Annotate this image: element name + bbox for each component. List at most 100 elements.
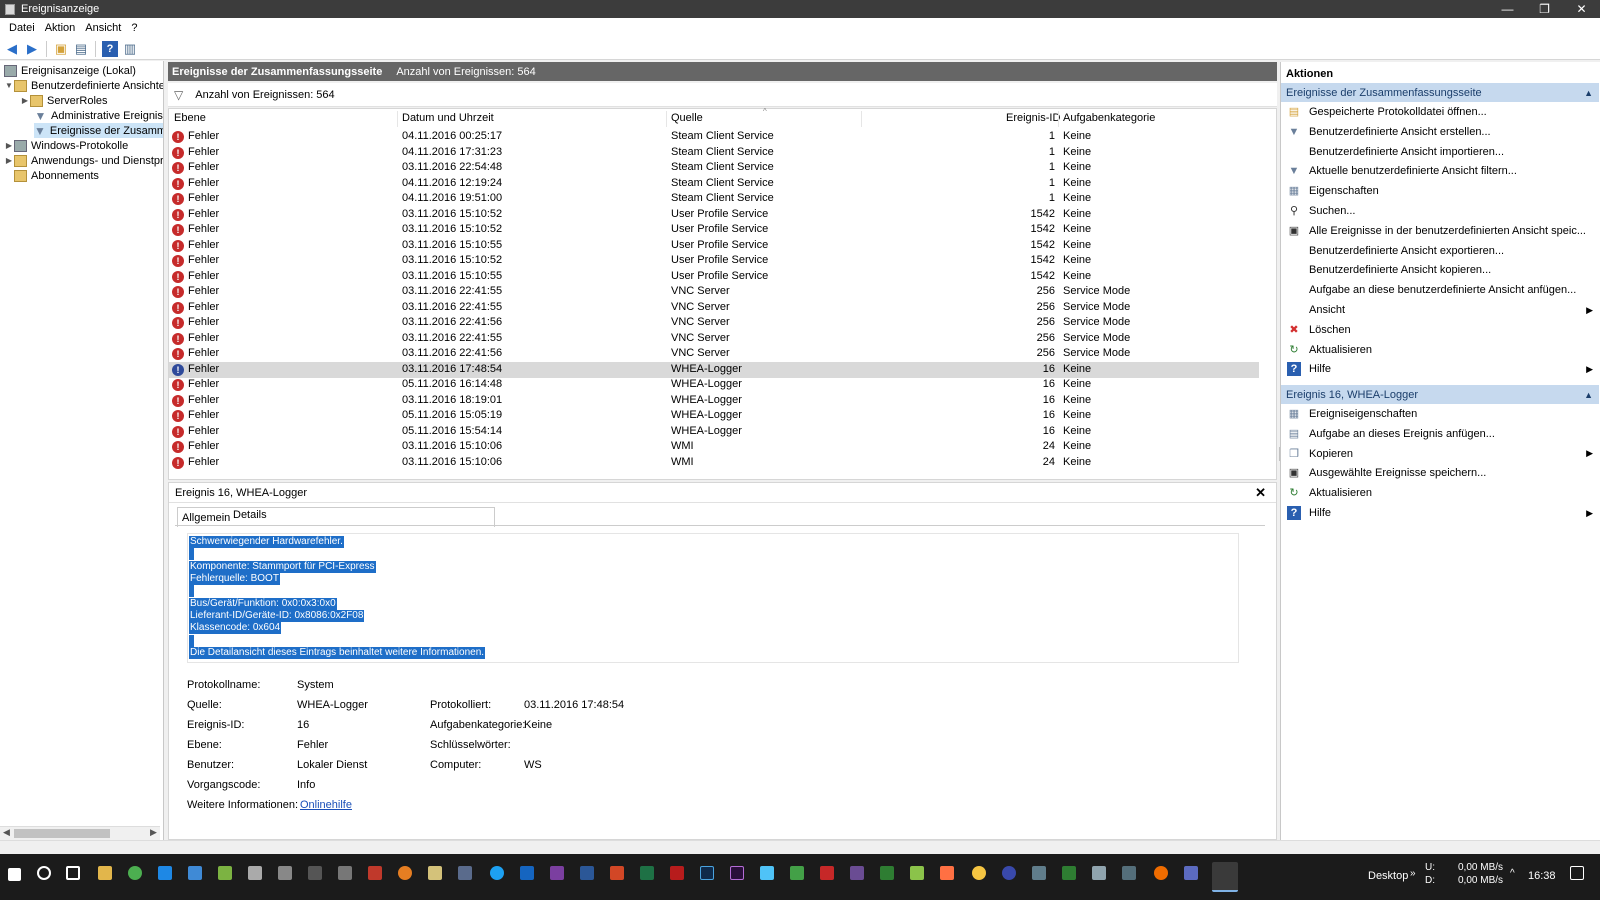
edge-icon[interactable] <box>158 866 172 880</box>
action-item[interactable]: ▦ Eigenschaften <box>1281 181 1599 201</box>
maximize-button[interactable]: ❐ <box>1526 2 1563 16</box>
action-item[interactable]: Benutzerdefinierte Ansicht kopieren... <box>1281 260 1599 280</box>
minimize-button[interactable]: — <box>1489 2 1526 16</box>
expand-toolbar-icon[interactable]: » <box>1410 868 1416 879</box>
app-icon[interactable] <box>1184 866 1198 880</box>
expand-arrow-icon[interactable]: ▶ <box>20 96 30 105</box>
collapse-arrow-icon[interactable]: ▲ <box>1584 390 1593 400</box>
collapse-arrow-icon[interactable]: ▼ <box>4 81 14 90</box>
table-row[interactable]: ! Fehler 03.11.2016 15:10:55 User Profile S… <box>169 238 1259 254</box>
tree-item-summary-events[interactable]: ▼ Ereignisse der Zusammenfassungsseite <box>34 123 163 138</box>
table-row[interactable]: ! Fehler 03.11.2016 22:41:55 VNC Server 256 S… <box>169 284 1259 300</box>
excel-icon[interactable] <box>640 866 654 880</box>
scroll-left-icon[interactable]: ◀ <box>3 827 10 838</box>
table-row[interactable]: ! Fehler 03.11.2016 22:41:56 VNC Server 256 S… <box>169 346 1259 362</box>
notification-icon[interactable] <box>1570 866 1584 880</box>
clock[interactable]: 16:38 <box>1528 870 1556 882</box>
chrome-icon[interactable] <box>128 866 142 880</box>
app-icon[interactable] <box>368 866 382 880</box>
acrobat-icon[interactable] <box>670 866 684 880</box>
app-icon[interactable] <box>338 866 352 880</box>
scrollbar-thumb[interactable] <box>14 829 110 838</box>
column-divider[interactable] <box>397 111 398 127</box>
action-item[interactable]: Benutzerdefinierte Ansicht importieren..… <box>1281 142 1599 162</box>
search-icon[interactable] <box>37 866 51 880</box>
app-icon[interactable] <box>820 866 834 880</box>
media-icon[interactable] <box>308 866 322 880</box>
column-header-task-category[interactable]: Aufgabenkategorie <box>1063 112 1155 128</box>
up-folder-icon[interactable]: ▣ <box>53 41 69 57</box>
premiere-icon[interactable] <box>730 866 744 880</box>
table-row[interactable]: ! Fehler 03.11.2016 15:10:06 WMI 24 Keine <box>169 455 1259 471</box>
actions-section-event[interactable]: Ereignis 16, WHEA-Logger ▲ <box>1281 385 1599 404</box>
action-item[interactable]: ▣ Alle Ereignisse in der benutzerdefinier… <box>1281 221 1599 241</box>
online-help-link[interactable]: Onlinehilfe <box>300 799 352 811</box>
tree-horizontal-scrollbar[interactable]: ◀ ▶ <box>0 826 160 840</box>
tree-item-serverroles[interactable]: ▶ ServerRoles <box>20 93 108 108</box>
action-item[interactable]: ❐ Kopieren ▶ <box>1281 444 1599 464</box>
app-icon[interactable] <box>850 866 864 880</box>
menu-ansicht[interactable]: Ansicht <box>80 22 126 34</box>
tray-chevron-icon[interactable]: ^ <box>1510 868 1515 879</box>
menu-help[interactable]: ? <box>126 22 142 34</box>
app-icon[interactable] <box>880 866 894 880</box>
menu-aktion[interactable]: Aktion <box>40 22 81 34</box>
action-item[interactable]: ⚲ Suchen... <box>1281 201 1599 221</box>
table-row[interactable]: ! Fehler 04.11.2016 19:51:00 Steam Client S… <box>169 191 1259 207</box>
menu-datei[interactable]: Datei <box>4 22 40 34</box>
action-item[interactable]: ▤ Aufgabe an dieses Ereignis anfügen... <box>1281 424 1599 444</box>
action-item[interactable]: ▦ Ereigniseigenschaften <box>1281 404 1599 424</box>
collapse-arrow-icon[interactable]: ▲ <box>1584 88 1593 98</box>
word-icon[interactable] <box>580 866 594 880</box>
app-icon[interactable] <box>1154 866 1168 880</box>
table-row[interactable]: ! Fehler 05.11.2016 15:05:19 WHEA-Logger 16 K… <box>169 408 1259 424</box>
app-icon[interactable] <box>790 866 804 880</box>
table-row[interactable]: ! Fehler 03.11.2016 15:10:06 WMI 24 Keine <box>169 439 1259 455</box>
store-icon[interactable] <box>248 866 262 880</box>
onenote-icon[interactable] <box>550 866 564 880</box>
table-row[interactable]: ! Fehler 03.11.2016 15:10:52 User Profile S… <box>169 207 1259 223</box>
column-divider[interactable] <box>861 111 862 127</box>
desktop-toolbar-label[interactable]: Desktop <box>1368 870 1408 882</box>
table-row[interactable]: ! Fehler 03.11.2016 15:10:52 User Profile S… <box>169 253 1259 269</box>
tab-allgemein[interactable]: Allgemein <box>177 507 495 527</box>
table-row[interactable]: ! Fehler 03.11.2016 15:10:55 User Profile S… <box>169 269 1259 285</box>
app-icon[interactable] <box>218 866 232 880</box>
scroll-right-icon[interactable]: ▶ <box>150 827 157 838</box>
forward-arrow-icon[interactable]: ▶ <box>24 41 40 57</box>
tree-item-subscriptions[interactable]: Abonnements <box>14 168 99 183</box>
action-item[interactable]: Ansicht ▶ <box>1281 300 1599 320</box>
outlook-icon[interactable] <box>520 866 534 880</box>
action-item[interactable]: ↻ Aktualisieren <box>1281 340 1599 360</box>
expand-arrow-icon[interactable]: ▶ <box>4 156 14 165</box>
action-item[interactable]: ▤ Gespeicherte Protokolldatei öffnen... <box>1281 102 1599 122</box>
tab-details[interactable]: Details <box>229 507 271 525</box>
table-row[interactable]: ! Fehler 05.11.2016 16:14:48 WHEA-Logger 16 K… <box>169 377 1259 393</box>
tree-item-custom-views[interactable]: ▼ Benutzerdefinierte Ansichten <box>4 78 163 93</box>
app-icon[interactable] <box>760 866 774 880</box>
table-row[interactable]: ! Fehler 04.11.2016 00:25:17 Steam Client S… <box>169 129 1259 145</box>
column-header-event-id[interactable]: Ereignis-ID <box>1006 112 1060 128</box>
back-arrow-icon[interactable]: ◀ <box>4 41 20 57</box>
table-row[interactable]: ! Fehler 05.11.2016 15:54:14 WHEA-Logger 16 K… <box>169 424 1259 440</box>
photoshop-icon[interactable] <box>700 866 714 880</box>
action-item[interactable]: Aufgabe an diese benutzerdefinierte Ansi… <box>1281 280 1599 300</box>
skype-icon[interactable] <box>490 866 504 880</box>
app-icon[interactable] <box>1062 866 1076 880</box>
steam-icon[interactable] <box>1122 866 1136 880</box>
table-row[interactable]: ! Fehler 03.11.2016 22:41:55 VNC Server 256 S… <box>169 331 1259 347</box>
table-row[interactable]: ! Fehler 03.11.2016 22:41:55 VNC Server 256 S… <box>169 300 1259 316</box>
tree-item-event-viewer-local[interactable]: Ereignisanzeige (Lokal) <box>4 63 136 78</box>
column-divider[interactable] <box>666 111 667 127</box>
table-row[interactable]: ! Fehler 03.11.2016 18:19:01 WHEA-Logger 16 K… <box>169 393 1259 409</box>
action-item[interactable]: ? Hilfe ▶ <box>1281 503 1599 523</box>
app-icon[interactable] <box>972 866 986 880</box>
table-row[interactable]: ! Fehler 04.11.2016 17:31:23 Steam Client S… <box>169 145 1259 161</box>
table-row[interactable]: ! Fehler 03.11.2016 15:10:52 User Profile S… <box>169 222 1259 238</box>
column-header-datetime[interactable]: Datum und Uhrzeit <box>402 112 494 128</box>
table-row[interactable]: ! Fehler 03.11.2016 22:41:56 VNC Server 256 S… <box>169 315 1259 331</box>
action-item[interactable]: ▼ Aktuelle benutzerdefinierte Ansicht fil… <box>1281 161 1599 181</box>
action-pane-icon[interactable]: ▥ <box>122 41 138 57</box>
action-item[interactable]: ? Hilfe ▶ <box>1281 359 1599 379</box>
event-description[interactable]: Schwerwiegender Hardwarefehler. Komponen… <box>187 533 1239 663</box>
